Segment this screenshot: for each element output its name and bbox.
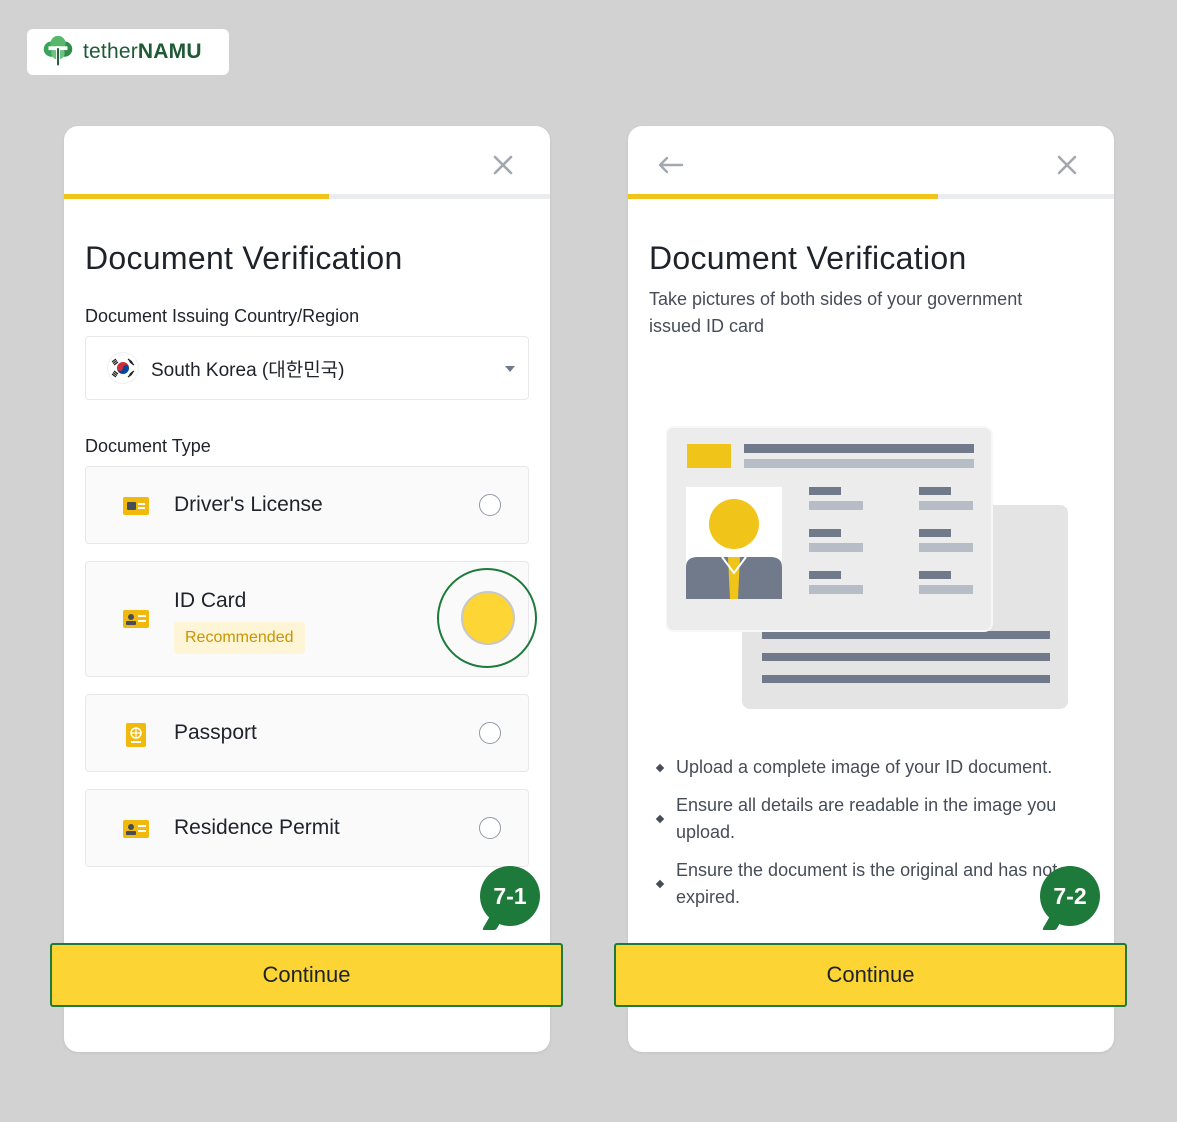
country-label: Document Issuing Country/Region (85, 306, 360, 326)
brand-name: tetherNAMU (83, 40, 202, 63)
page-title: Document Verification (649, 240, 967, 276)
close-icon[interactable] (1056, 154, 1078, 176)
tether-namu-logo: tetherNAMU (27, 29, 229, 75)
option-label: ID Card (174, 589, 247, 612)
instruction-list: Upload a complete image of your ID docum… (649, 754, 1089, 922)
option-residence-permit[interactable]: Residence Permit (85, 789, 529, 867)
radio-button[interactable] (479, 494, 501, 516)
progress-bar (628, 194, 1114, 199)
recommended-badge: Recommended (174, 622, 305, 654)
progress-fill (64, 194, 329, 199)
chevron-down-icon (505, 366, 515, 372)
option-passport[interactable]: Passport (85, 694, 529, 772)
id-card-icon (123, 610, 149, 628)
page-subtitle: Take pictures of both sides of your gove… (649, 289, 1023, 336)
country-select[interactable]: South Korea (대한민국) (85, 336, 529, 400)
continue-button[interactable]: Continue (50, 943, 563, 1007)
top-bar (628, 126, 1114, 194)
korea-flag-icon (108, 353, 138, 383)
option-label: Residence Permit (174, 816, 340, 839)
country-value: South Korea (대한민국) (151, 359, 345, 381)
back-arrow-icon[interactable] (656, 155, 684, 175)
id-card-illustration (666, 426, 1068, 709)
document-type-label: Document Type (85, 436, 211, 456)
radio-button[interactable] (479, 722, 501, 744)
option-drivers-license[interactable]: Driver's License (85, 466, 529, 544)
passport-icon (126, 723, 146, 747)
progress-fill (628, 194, 939, 199)
highlight-ring (437, 568, 537, 668)
continue-button[interactable]: Continue (614, 943, 1127, 1007)
id-card-instructions-screen: Document Verification Take pictures of b… (614, 126, 1127, 1052)
option-label: Driver's License (174, 493, 323, 516)
list-item: Ensure the document is the original and … (649, 857, 1089, 911)
progress-bar (64, 194, 550, 199)
list-item: Upload a complete image of your ID docum… (649, 754, 1089, 781)
top-bar (64, 126, 550, 194)
tree-logo-icon (43, 35, 73, 66)
step-badge: 7-1 (480, 866, 540, 926)
option-id-card[interactable]: ID Card Recommended (85, 561, 537, 677)
page-title: Document Verification (85, 240, 403, 276)
option-label: Passport (174, 721, 257, 744)
residence-permit-icon (123, 820, 149, 838)
driver-license-icon (123, 497, 149, 515)
list-item: Ensure all details are readable in the i… (649, 792, 1089, 846)
close-icon[interactable] (492, 154, 514, 176)
step-badge: 7-2 (1040, 866, 1100, 926)
document-type-screen: Document Verification Document Issuing C… (50, 126, 563, 1052)
radio-button[interactable] (479, 817, 501, 839)
